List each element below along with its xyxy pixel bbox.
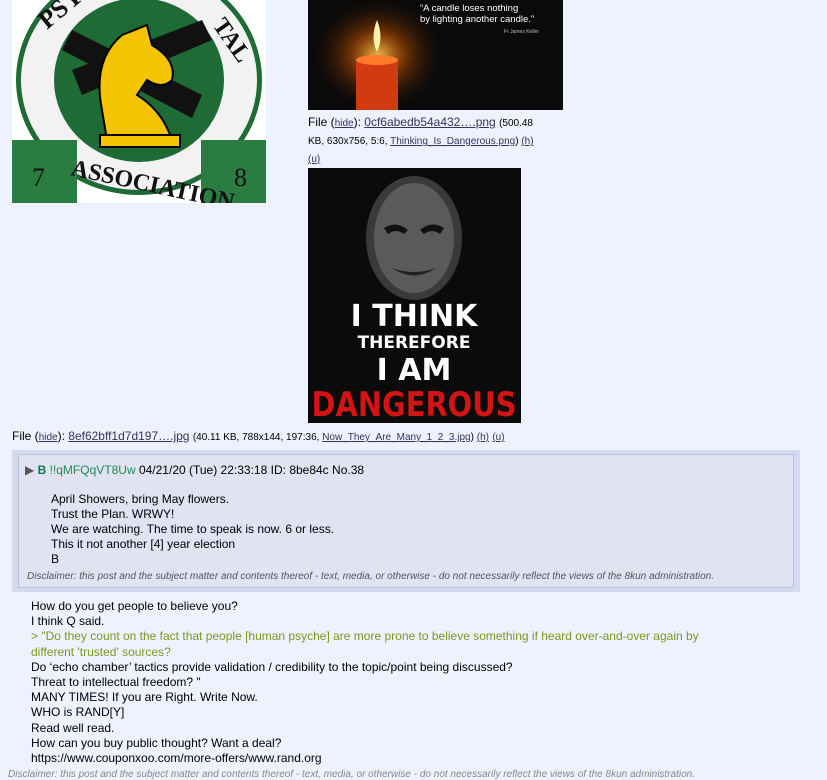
poster-line2: THEREFORE xyxy=(358,333,471,353)
file2-filename-link[interactable]: 8ef62bff1d7d197….jpg xyxy=(68,429,189,443)
op-line: Read well read. xyxy=(31,720,115,735)
file1-label: File xyxy=(308,115,328,129)
post-disclaimer: Disclaimer: this post and the subject ma… xyxy=(27,571,714,582)
post-date: 04/21/20 (Tue) 22:33:18 xyxy=(138,463,268,477)
op-quote-line: > "Do they count on the fact that people… xyxy=(31,629,699,644)
poster-line3: I AM xyxy=(377,353,452,388)
op-line: Do ‘echo chamber’ tactics provide valida… xyxy=(31,659,513,674)
file2-original-name[interactable]: Now_They_Are_Many_1_2_3.jpg xyxy=(322,432,470,443)
candle-quote-2: by lighting another candle.” xyxy=(420,14,534,25)
poster-graphic: I THINK THEREFORE I AM DANGEROUS xyxy=(308,168,521,423)
post-no-label[interactable]: No. xyxy=(332,463,351,477)
post-line: Trust the Plan. WRWY! xyxy=(51,507,175,521)
file1-meta-a: (500.48 xyxy=(499,118,533,129)
file1-u-link[interactable]: (u) xyxy=(308,154,320,165)
op-line: How do you get people to believe you? xyxy=(31,599,238,613)
file1-h-link[interactable]: (h) xyxy=(521,136,533,147)
file2-h-link[interactable]: (h) xyxy=(477,432,489,443)
post-menu-arrow-icon[interactable]: ▶ xyxy=(25,463,34,477)
poster-image[interactable]: I THINK THEREFORE I AM DANGEROUS xyxy=(308,168,521,423)
patch-num-left: 7 xyxy=(32,163,45,192)
file1-filename-link[interactable]: 0cf6abedb54a432….png xyxy=(364,115,495,129)
file1-info: File (hide): 0cf6abedb54a432….png (500.4… xyxy=(308,115,534,165)
poster-tripcode: !!qMFQqVT8Uw xyxy=(49,463,136,477)
candle-quote: “A candle loses nothing xyxy=(420,3,518,14)
file1-meta-b: KB, 630x756, 5:6, xyxy=(308,136,391,147)
op-line: https://www.couponxoo.com/more-offers/ww… xyxy=(31,751,322,766)
file2-meta: (40.11 KB, 788x144, 197:36, xyxy=(192,432,323,443)
op-body: How do you get people to believe you? I … xyxy=(31,599,699,766)
patch-graphic: PSYCH TAL ASSOCIATION 7 8 xyxy=(12,0,266,203)
op-line: How can you buy public thought? Want a d… xyxy=(31,735,282,750)
post-line: We are watching. The time to speak is no… xyxy=(51,522,335,536)
poster-name: B xyxy=(37,463,47,477)
file2-hide-link[interactable]: hide xyxy=(39,432,58,443)
embedded-post: ▶ B !!qMFQqVT8Uw 04/21/20 (Tue) 22:33:18… xyxy=(12,450,800,592)
file2-label: File xyxy=(12,429,32,443)
op-line: I think Q said. xyxy=(31,614,105,629)
file1-original-name[interactable]: Thinking_Is_Dangerous.png xyxy=(390,136,515,147)
post-line: April Showers, bring May flowers. xyxy=(51,492,230,506)
embedded-post-inner: ▶ B !!qMFQqVT8Uw 04/21/20 (Tue) 22:33:18… xyxy=(18,454,794,588)
post-line: B xyxy=(51,552,60,566)
patch-num-right: 8 xyxy=(234,163,247,192)
file1-hide-link[interactable]: hide xyxy=(335,118,354,129)
post-id-label: ID: xyxy=(270,463,286,477)
patch-image[interactable]: PSYCH TAL ASSOCIATION 7 8 xyxy=(12,0,266,203)
op-line: WHO is RAND[Y] xyxy=(31,705,125,720)
candle-graphic: “A candle loses nothing by lighting anot… xyxy=(308,0,563,110)
post-line: This it not another [4] year election xyxy=(51,537,236,551)
candle-attribution: Fr James Keller xyxy=(504,29,539,35)
op-line: Threat to intellectual freedom? " xyxy=(31,675,201,690)
poster-line1: I THINK xyxy=(351,299,479,334)
post-header: ▶ B !!qMFQqVT8Uw 04/21/20 (Tue) 22:33:18… xyxy=(25,463,364,477)
file2-u-link[interactable]: (u) xyxy=(492,432,504,443)
post-number[interactable]: 38 xyxy=(351,463,364,477)
op-quote-line: different 'trusted' sources? xyxy=(31,644,171,659)
op-disclaimer: Disclaimer: this post and the subject ma… xyxy=(8,769,695,780)
op-line: MANY TIMES! If you are Right. Write Now. xyxy=(31,690,258,705)
post-body: April Showers, bring May flowers. Trust … xyxy=(51,492,334,567)
post-id[interactable]: 8be84c xyxy=(289,463,328,477)
file2-info: File (hide): 8ef62bff1d7d197….jpg (40.11… xyxy=(12,429,505,443)
poster-line4: DANGEROUS xyxy=(312,385,517,423)
candle-image[interactable]: “A candle loses nothing by lighting anot… xyxy=(308,0,563,110)
